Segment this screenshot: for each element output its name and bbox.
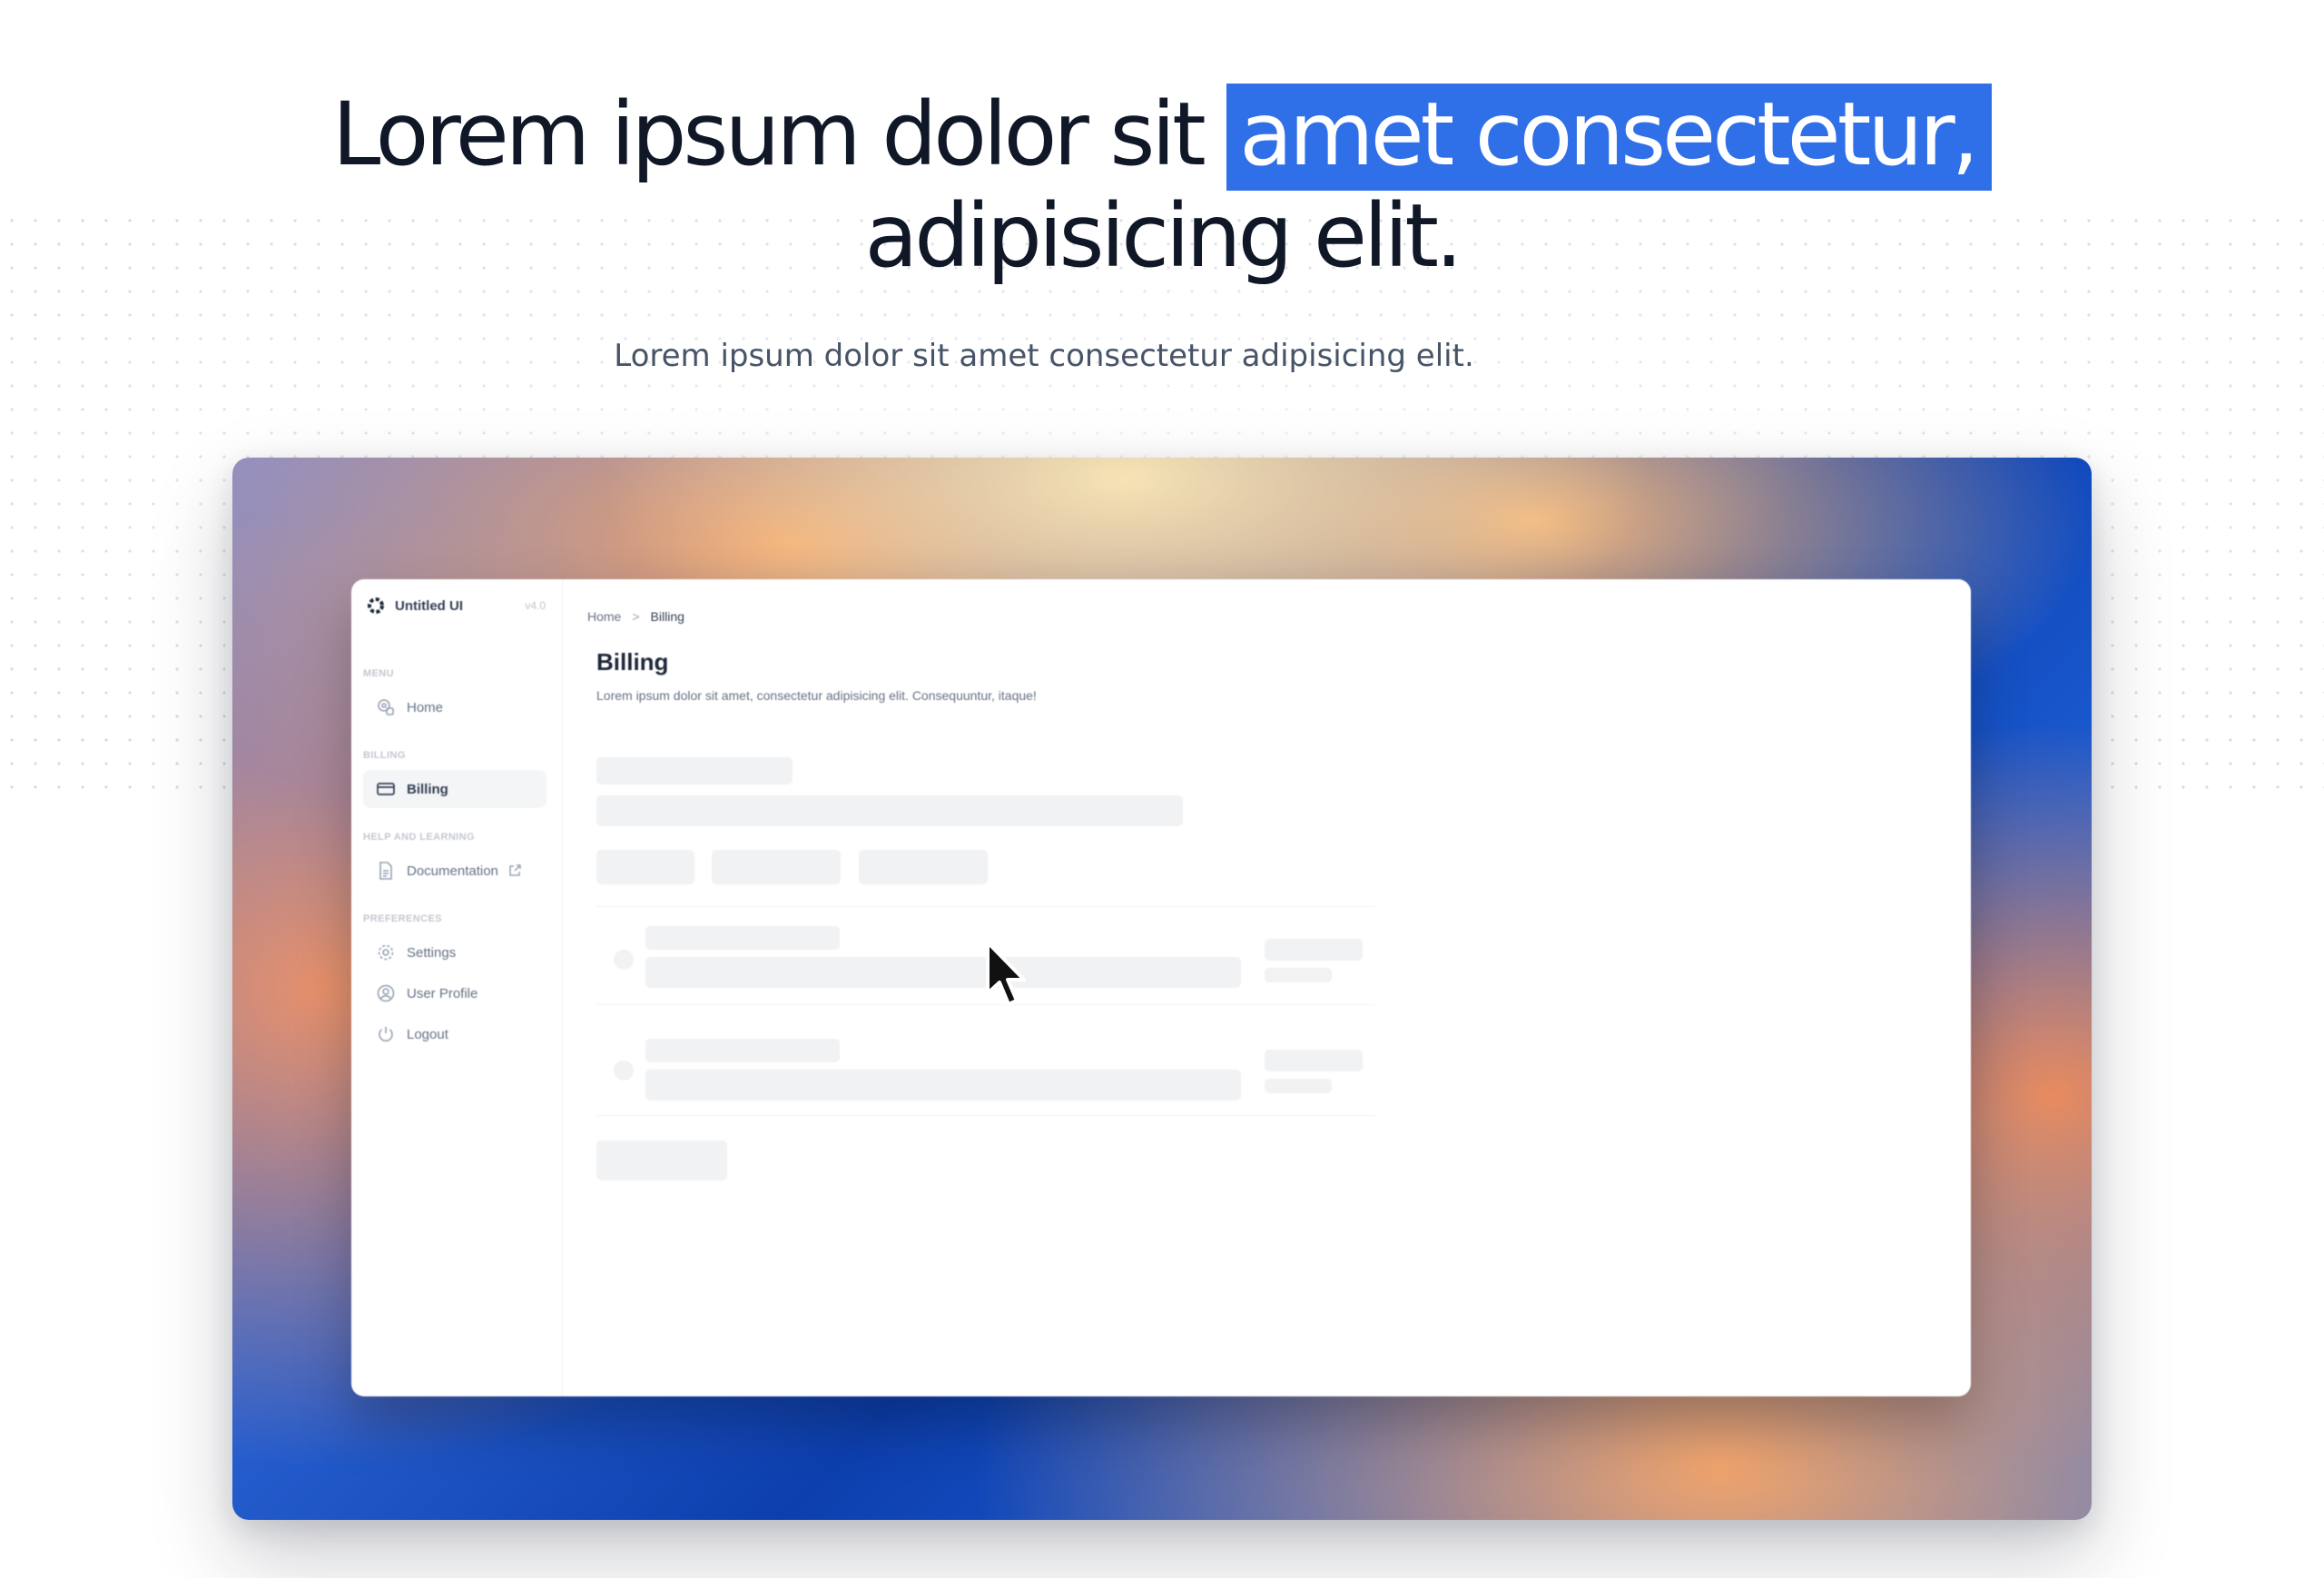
breadcrumb-separator: > xyxy=(632,609,640,624)
breadcrumb-current: Billing xyxy=(650,609,684,624)
skeleton-line xyxy=(645,1070,1241,1100)
sidebar-item-label: Home xyxy=(407,699,444,715)
breadcrumb-home[interactable]: Home xyxy=(587,609,621,624)
skeleton-line xyxy=(645,1039,840,1062)
skeleton-line xyxy=(645,926,840,950)
skeleton-value xyxy=(1265,1079,1332,1093)
sidebar-item-user-profile[interactable]: User Profile xyxy=(363,974,547,1012)
hero-title: Lorem ipsum dolor sit amet consectetur, … xyxy=(0,84,2324,287)
home-icon xyxy=(378,699,394,715)
hero-title-part-1: Lorem ipsum dolor sit xyxy=(331,84,1227,185)
list-divider xyxy=(596,906,1375,907)
sidebar-item-settings[interactable]: Settings xyxy=(363,933,547,971)
sidebar-item-documentation[interactable]: Documentation xyxy=(363,852,547,890)
section-label-help: HELP AND LEARNING xyxy=(363,832,475,843)
skeleton-tab xyxy=(859,850,988,884)
skeleton-line xyxy=(645,957,1241,988)
user-circle-icon xyxy=(377,984,395,1002)
brand-version: v4.0 xyxy=(525,599,546,612)
hero-title-line-1: Lorem ipsum dolor sit amet consectetur, xyxy=(0,84,2324,191)
hero-title-highlight: amet consectetur, xyxy=(1226,84,1993,191)
hero-subtitle: Lorem ipsum dolor sit amet consectetur a… xyxy=(614,338,1474,374)
skeleton-heading xyxy=(596,757,793,784)
wallpaper-frame: Untitled UI v4.0 MENU Home BILLING Billi… xyxy=(232,458,2092,1520)
skeleton-avatar xyxy=(614,1060,634,1080)
page-description: Lorem ipsum dolor sit amet, consectetur … xyxy=(596,688,1037,703)
sidebar: Untitled UI v4.0 MENU Home BILLING Billi… xyxy=(351,579,563,1396)
skeleton-subheading xyxy=(596,795,1183,826)
skeleton-tab xyxy=(712,850,841,884)
section-label-menu: MENU xyxy=(363,668,394,679)
gear-icon xyxy=(378,944,394,961)
breadcrumb: Home > Billing xyxy=(587,609,684,624)
skeleton-button xyxy=(596,1140,727,1180)
skeleton-tab xyxy=(596,850,694,884)
sidebar-item-label: Billing xyxy=(407,781,448,797)
sidebar-item-label: Settings xyxy=(407,944,457,961)
skeleton-value xyxy=(1265,1050,1363,1071)
brand-logo-icon xyxy=(368,597,384,614)
sidebar-item-label: Logout xyxy=(407,1026,448,1042)
brand[interactable]: Untitled UI v4.0 xyxy=(364,592,555,619)
section-label-preferences: PREFERENCES xyxy=(363,913,442,924)
document-icon xyxy=(379,862,392,880)
sidebar-item-billing[interactable]: Billing xyxy=(363,770,547,808)
hero-title-line-2: adipisicing elit. xyxy=(864,185,1462,287)
sidebar-item-logout[interactable]: Logout xyxy=(363,1015,547,1053)
sidebar-item-label: Documentation xyxy=(407,863,498,879)
skeleton-value xyxy=(1265,939,1363,961)
sidebar-item-label: User Profile xyxy=(407,985,478,1001)
sidebar-item-home[interactable]: Home xyxy=(363,688,547,726)
page-title: Billing xyxy=(596,648,669,676)
list-divider xyxy=(596,1115,1375,1116)
external-link-icon xyxy=(509,864,521,876)
brand-name: Untitled UI xyxy=(395,597,463,614)
section-label-billing: BILLING xyxy=(363,750,406,761)
credit-card-icon xyxy=(377,783,395,795)
skeleton-value xyxy=(1265,968,1332,982)
power-icon xyxy=(379,1027,393,1042)
mouse-pointer-icon xyxy=(986,941,1026,1006)
skeleton-avatar xyxy=(614,950,634,970)
app-window: Untitled UI v4.0 MENU Home BILLING Billi… xyxy=(351,579,1971,1396)
